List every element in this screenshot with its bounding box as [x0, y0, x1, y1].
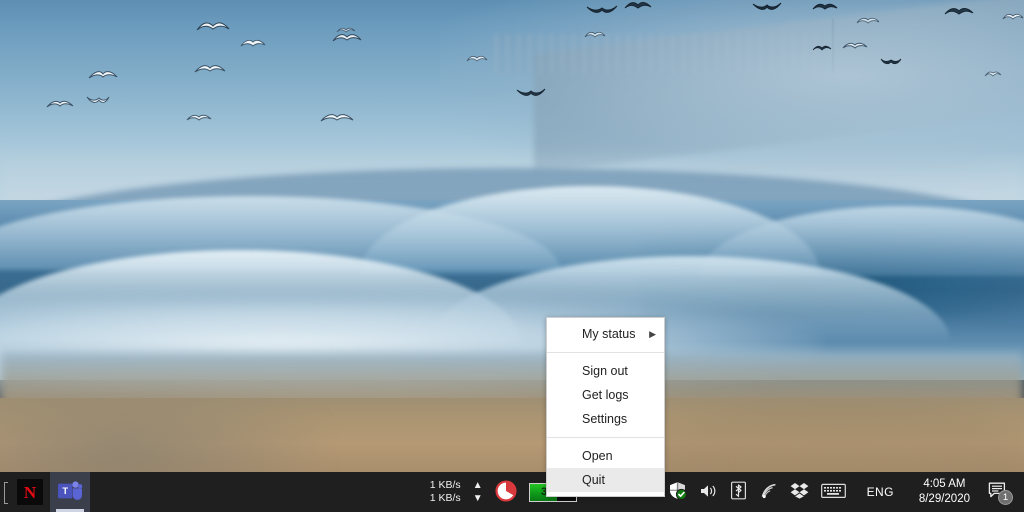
volume-icon [699, 483, 718, 502]
menu-group-app: Open Quit [547, 442, 664, 494]
wifi-icon [759, 483, 778, 502]
language-label: ENG [858, 485, 903, 499]
network-speed-monitor[interactable]: 1 KB/s ▲ 1 KB/s ▼ [424, 479, 489, 505]
download-speed-row: 1 KB/s ▼ [430, 492, 483, 505]
start-button[interactable] [0, 472, 10, 512]
desktop-wallpaper [0, 0, 1024, 512]
seagull-icon [752, 0, 782, 13]
tray-icon-pie-monitor[interactable] [489, 472, 523, 512]
dropbox-icon [790, 482, 809, 502]
bluetooth-icon [730, 481, 747, 503]
seagull-icon [842, 40, 868, 51]
action-center-button[interactable]: 1 [980, 472, 1016, 512]
menu-item-quit[interactable]: Quit [547, 468, 664, 492]
menu-item-label: My status [582, 327, 636, 341]
menu-item-my-status[interactable]: My status ▶ [547, 322, 664, 346]
taskbar-clock[interactable]: 4:05 AM 8/29/2020 [909, 477, 980, 507]
tray-icon-bluetooth[interactable] [724, 472, 753, 512]
seagull-icon [812, 44, 832, 53]
seagull-icon [194, 62, 226, 75]
netflix-letter: N [24, 484, 36, 501]
taskbar-app-buttons: N T [0, 472, 90, 512]
seagull-icon [240, 38, 266, 49]
arrow-up-icon: ▲ [473, 479, 483, 492]
seagull-icon [88, 68, 118, 81]
seagull-icon [944, 6, 974, 18]
language-indicator[interactable]: ENG [852, 472, 909, 512]
seagull-icon [86, 94, 110, 105]
seagull-icon [984, 70, 1002, 78]
microsoft-teams-icon: T [57, 480, 83, 505]
netflix-icon: N [17, 479, 43, 505]
seagull-icon [1002, 12, 1024, 22]
seagull-icon [584, 30, 606, 40]
menu-item-label: Sign out [582, 364, 628, 378]
menu-group-status: My status ▶ [547, 320, 664, 348]
shield-icon [668, 481, 687, 503]
menu-item-label: Quit [582, 473, 605, 487]
menu-item-settings[interactable]: Settings [547, 407, 664, 431]
taskbar-app-netflix[interactable]: N [10, 472, 50, 512]
seagull-icon [812, 2, 838, 13]
system-tray: 1 KB/s ▲ 1 KB/s ▼ [424, 472, 1024, 512]
seagull-icon [880, 56, 902, 66]
show-desktop-button[interactable] [1016, 472, 1022, 512]
clock-date: 8/29/2020 [919, 492, 970, 507]
keyboard-icon [821, 483, 846, 502]
tray-icon-touch-keyboard[interactable] [815, 472, 852, 512]
seagull-icon [320, 110, 354, 124]
taskbar[interactable]: N T 1 KB/s [0, 472, 1024, 512]
tray-context-menu[interactable]: My status ▶ Sign out Get logs Settings O… [546, 317, 665, 497]
seagull-icon [46, 98, 74, 110]
seagull-icon [466, 54, 488, 64]
arrow-down-icon: ▼ [473, 492, 483, 505]
clock-time: 4:05 AM [923, 477, 965, 492]
menu-item-open[interactable]: Open [547, 444, 664, 468]
seagull-icon [516, 86, 546, 99]
desktop[interactable]: My status ▶ Sign out Get logs Settings O… [0, 0, 1024, 512]
tray-icon-wifi[interactable] [753, 472, 784, 512]
chevron-right-icon: ▶ [649, 322, 656, 346]
menu-item-get-logs[interactable]: Get logs [547, 383, 664, 407]
menu-item-sign-out[interactable]: Sign out [547, 359, 664, 383]
seagull-icon [196, 20, 230, 34]
svg-text:T: T [62, 485, 68, 496]
upload-speed-value: 1 KB/s [430, 479, 468, 492]
notification-badge: 1 [998, 490, 1013, 505]
download-speed-value: 1 KB/s [430, 492, 468, 505]
pie-chart-icon [495, 480, 517, 505]
seagull-icon [186, 112, 212, 123]
menu-item-label: Open [582, 449, 613, 463]
seagull-icon [586, 4, 618, 17]
menu-group-account: Sign out Get logs Settings [547, 357, 664, 433]
tray-icon-volume[interactable] [693, 472, 724, 512]
menu-separator [547, 437, 664, 438]
seagull-icon [624, 0, 652, 12]
tray-icon-dropbox[interactable] [784, 472, 815, 512]
menu-item-label: Get logs [582, 388, 629, 402]
seagull-icon [336, 26, 356, 35]
menu-item-label: Settings [582, 412, 627, 426]
tray-icon-windows-security[interactable] [662, 472, 693, 512]
upload-speed-row: 1 KB/s ▲ [430, 479, 483, 492]
taskbar-app-microsoft-teams[interactable]: T [50, 472, 90, 512]
seagull-icon [856, 16, 880, 26]
menu-separator [547, 352, 664, 353]
